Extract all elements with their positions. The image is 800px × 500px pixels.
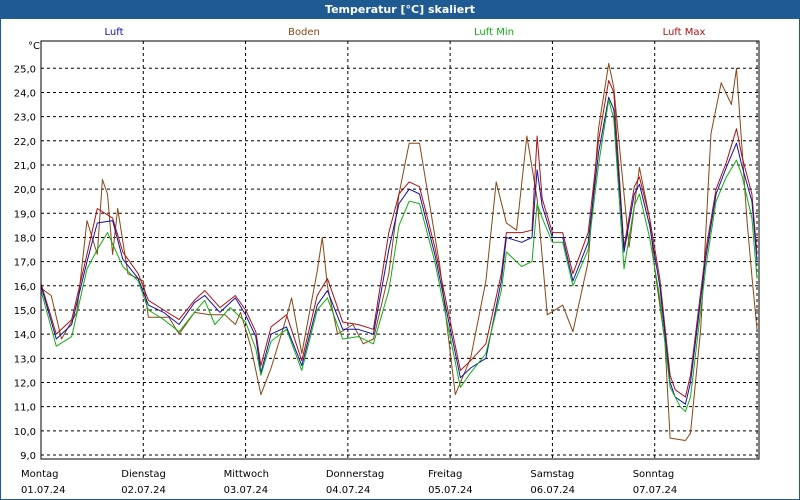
y-tick-label: 11,0 bbox=[14, 403, 36, 414]
x-tick-date: 04.07.24 bbox=[326, 485, 371, 496]
y-tick-label: 10,0 bbox=[14, 427, 36, 438]
y-tick-label: 17,0 bbox=[14, 258, 36, 269]
y-tick-label: 18,0 bbox=[14, 233, 36, 244]
legend-boden: Boden bbox=[288, 27, 320, 38]
y-tick-label: 13,0 bbox=[14, 354, 36, 365]
y-tick-labels: 25,0 24,0 23,0 22,0 21,0 20,0 19,0 18,0 17,0 16,0… bbox=[14, 64, 36, 462]
y-tick-label: 22,0 bbox=[14, 137, 36, 148]
x-tick-day: Montag bbox=[21, 469, 58, 480]
x-tick-date: 01.07.24 bbox=[21, 485, 66, 496]
series-line-luft-min bbox=[40, 99, 758, 412]
y-tick-label: 25,0 bbox=[14, 64, 36, 75]
y-tick-label: 9,0 bbox=[20, 451, 36, 462]
legend-luft-max: Luft Max bbox=[663, 27, 706, 38]
y-tick-label: 14,0 bbox=[14, 330, 36, 341]
y-tick-label: 24,0 bbox=[14, 88, 36, 99]
x-tick-date: 07.07.24 bbox=[633, 485, 678, 496]
y-tick-label: 19,0 bbox=[14, 209, 36, 220]
x-tick-day: Freitag bbox=[428, 469, 462, 480]
x-tick-day: Mittwoch bbox=[224, 469, 269, 480]
chart-window: Temperatur [°C] skaliert Luft Boden Luft… bbox=[0, 0, 800, 500]
y-tick-label: 21,0 bbox=[14, 161, 36, 172]
x-tick-day: Sonntag bbox=[633, 469, 675, 480]
x-tick-day: Donnerstag bbox=[326, 469, 384, 480]
temperature-chart: Luft Boden Luft Min Luft Max °C 25,0 24,0… bbox=[14, 27, 760, 496]
x-tick-day: Dienstag bbox=[121, 469, 166, 480]
y-tick-label: 23,0 bbox=[14, 113, 36, 124]
y-tick-label: 20,0 bbox=[14, 185, 36, 196]
y-tick-label: 16,0 bbox=[14, 282, 36, 293]
y-axis-label: °C bbox=[28, 41, 40, 52]
legend-luft-min: Luft Min bbox=[474, 27, 514, 38]
series-line-boden bbox=[40, 62, 758, 441]
legend-luft: Luft bbox=[105, 27, 124, 38]
x-tick-date: 03.07.24 bbox=[224, 485, 269, 496]
x-tick-date: 02.07.24 bbox=[121, 485, 166, 496]
y-tick-label: 15,0 bbox=[14, 306, 36, 317]
x-tick-day: Samstag bbox=[530, 469, 574, 480]
x-tick-labels: Montag 01.07.24 Dienstag 02.07.24 Mittwoch 03… bbox=[21, 469, 677, 496]
x-tick-date: 05.07.24 bbox=[428, 485, 473, 496]
y-tick-label: 12,0 bbox=[14, 378, 36, 389]
series-layer bbox=[40, 62, 758, 441]
x-tick-date: 06.07.24 bbox=[530, 485, 575, 496]
